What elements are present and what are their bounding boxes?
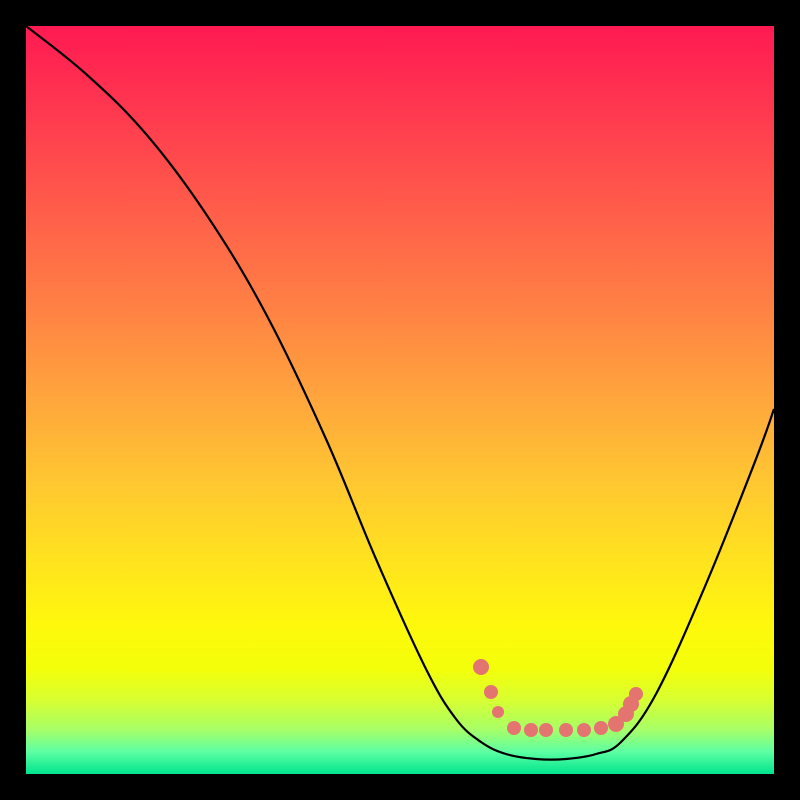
curve-dot [524, 723, 538, 737]
bottleneck-chart [26, 26, 774, 774]
curve-dot [629, 687, 643, 701]
curve-dot [492, 706, 504, 718]
curve-dot [507, 721, 521, 735]
chart-frame: TheBottleneck.com [26, 26, 774, 774]
gradient-background [26, 26, 774, 774]
curve-dot [484, 685, 498, 699]
curve-dot [559, 723, 573, 737]
curve-dot [594, 721, 608, 735]
curve-dot [473, 659, 489, 675]
curve-dot [577, 723, 591, 737]
curve-dot [539, 723, 553, 737]
